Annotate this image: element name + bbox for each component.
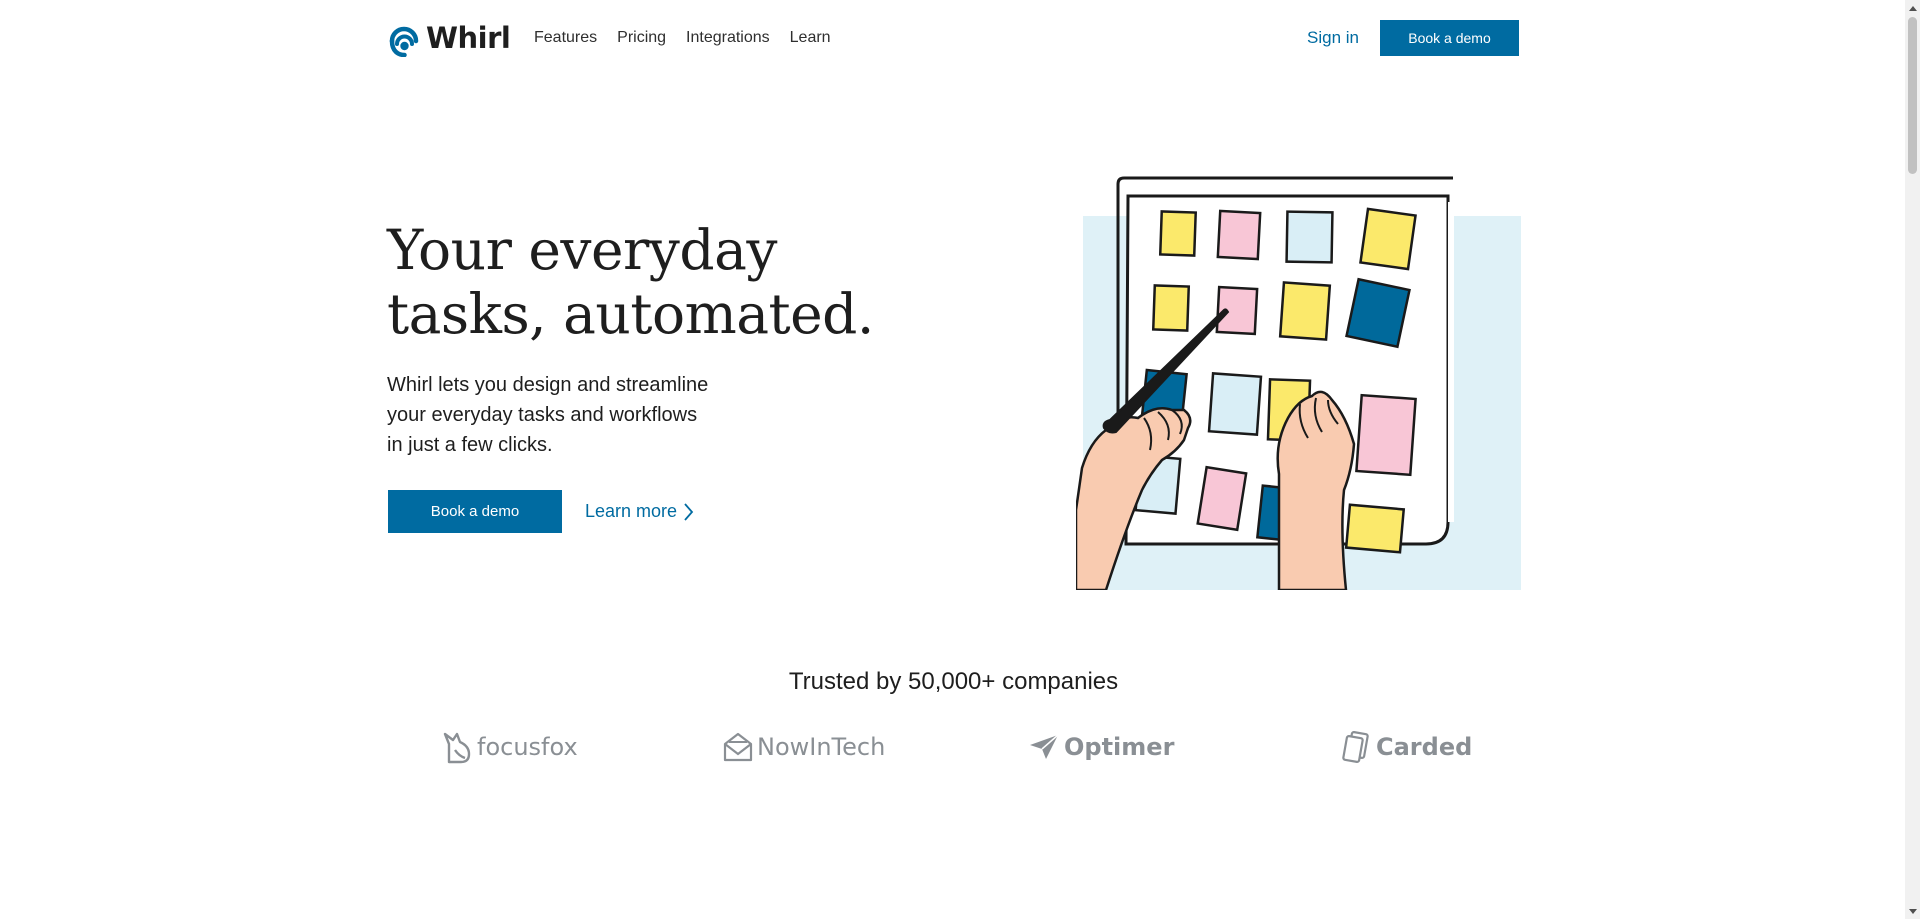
brand-logo: Carded — [1342, 722, 1472, 772]
hero-book-demo-button[interactable]: Book a demo — [388, 490, 562, 533]
sticky-note — [1345, 277, 1411, 349]
brand-logos: focusfox NowInTech Optimer Carded — [388, 722, 1519, 772]
sticky-note — [1278, 281, 1332, 341]
fox-icon — [443, 732, 471, 764]
scroll-up-arrow-icon[interactable] — [1905, 0, 1920, 15]
site-header: Whirl Features Pricing Integrations Lear… — [388, 18, 1519, 58]
hero-description: Whirl lets you design and streamline you… — [387, 370, 767, 460]
logo[interactable]: Whirl — [388, 18, 511, 58]
hero-title: Your everyday tasks, automated. — [387, 218, 907, 346]
hero-title-line: tasks, automated. — [387, 282, 874, 346]
right-hand — [1276, 390, 1356, 590]
trusted-heading: Trusted by 50,000+ companies — [788, 668, 1119, 695]
chevron-right-icon — [684, 502, 694, 521]
sticky-note — [1196, 465, 1248, 532]
sticky-note — [1216, 209, 1262, 261]
hero-description-line: Whirl lets you design and streamline — [387, 374, 709, 396]
sticky-note — [1359, 207, 1417, 271]
scroll-down-arrow-icon[interactable] — [1905, 904, 1920, 919]
cards-icon — [1342, 731, 1369, 763]
main-nav: Features Pricing Integrations Learn — [534, 18, 851, 58]
nav-pricing[interactable]: Pricing — [617, 29, 666, 47]
brand-logo: NowInTech — [723, 722, 885, 772]
sticky-note — [1207, 372, 1263, 436]
nav-features[interactable]: Features — [534, 29, 597, 47]
hero-illustration — [1076, 176, 1521, 590]
logo-text: Whirl — [426, 21, 511, 55]
learn-more-link[interactable]: Learn more — [585, 490, 694, 533]
sticky-note — [1344, 503, 1406, 554]
header-book-demo-button[interactable]: Book a demo — [1380, 20, 1519, 56]
nav-integrations[interactable]: Integrations — [686, 29, 770, 47]
paper-plane-icon — [1030, 734, 1059, 759]
vertical-scrollbar[interactable] — [1905, 0, 1920, 919]
envelope-icon — [723, 732, 753, 762]
brand-logo: focusfox — [443, 722, 578, 772]
nav-learn[interactable]: Learn — [790, 29, 831, 47]
scrollbar-thumb[interactable] — [1908, 17, 1917, 174]
sticky-note — [1355, 393, 1417, 477]
brand-logo: Optimer — [1028, 722, 1174, 772]
brand-name: focusfox — [477, 733, 578, 761]
sticky-note — [1158, 210, 1198, 257]
sticky-note — [1151, 284, 1191, 332]
brand-name: NowInTech — [757, 733, 886, 761]
sign-in-link[interactable]: Sign in — [1307, 18, 1359, 58]
whirl-logo-icon — [389, 26, 419, 57]
hero-description-line: in just a few clicks. — [387, 434, 553, 456]
brand-name: Optimer — [1064, 733, 1175, 761]
learn-more-label: Learn more — [585, 501, 678, 521]
sticky-note — [1285, 210, 1334, 264]
brand-name: Carded — [1376, 733, 1473, 761]
hero-description-line: your everyday tasks and workflows — [387, 404, 698, 426]
hero-title-line: Your everyday — [387, 218, 777, 282]
